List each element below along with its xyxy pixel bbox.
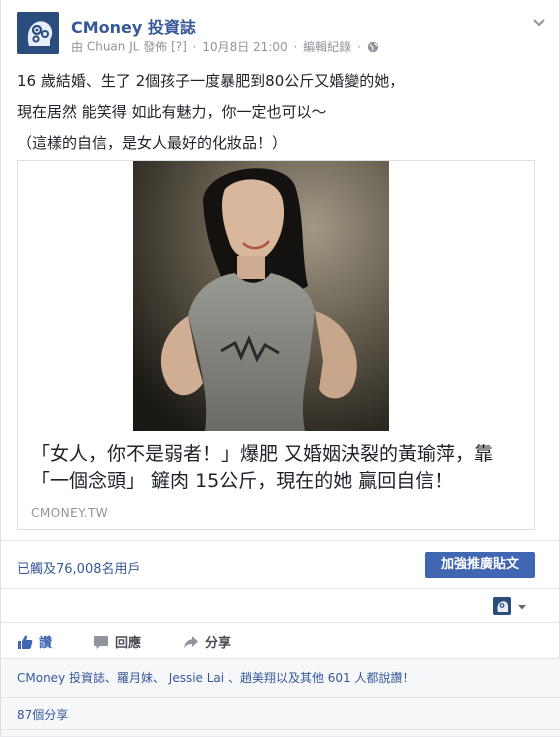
likers-summary-link[interactable]: CMoney 投資誌、羅月妹、 Jessie Lai 、趙美翔以及其他 601 …: [17, 669, 414, 686]
link-preview-card[interactable]: 「女人，你不是弱者！」爆肥 又婚姻決裂的黃瑜萍，靠「一個念頭」 鏟肉 15公斤，…: [17, 160, 535, 530]
post-line: 16 歲結婚、生了 2個孩子一度暴肥到80公斤又婚變的她，: [17, 72, 405, 90]
insights-bar: 已觸及76,008名用戶 加強推廣貼文: [1, 540, 559, 588]
post-header: CMoney 投資誌 由 Chuan JL 發佈 [?] · 10月8日 21:…: [17, 12, 547, 58]
chevron-down-icon: [518, 605, 526, 610]
like-label: 讚: [39, 636, 53, 651]
comment-label: 回應: [115, 636, 142, 651]
share-arrow-icon: [184, 635, 198, 648]
shares-row: 87個分享: [1, 697, 560, 727]
action-bar: 讚 回應 分享: [1, 622, 559, 656]
post-line: （這樣的自信，是女人最好的化妝品！）: [17, 134, 288, 152]
speech-bubble-icon: [94, 635, 108, 649]
separator: ·: [356, 39, 361, 54]
post-line: 現在居然 能笑得 如此有魅力，你一定也可以～: [17, 103, 327, 121]
thumbs-up-icon: [18, 635, 33, 649]
globe-icon[interactable]: [367, 41, 379, 53]
edit-history-link[interactable]: 編輯紀錄: [303, 40, 351, 54]
gear-head-icon: [493, 597, 511, 615]
comment-button[interactable]: 回應: [93, 632, 141, 651]
link-preview-title[interactable]: 「女人，你不是弱者！」爆肥 又婚姻決裂的黃瑜萍，靠「一個念頭」 鏟肉 15公斤，…: [31, 441, 526, 495]
reach-count-link[interactable]: 已觸及76,008名用戶: [17, 558, 141, 577]
link-preview-image[interactable]: [18, 161, 534, 431]
like-button[interactable]: 讚: [17, 632, 52, 651]
published-label: 發佈: [143, 40, 168, 54]
feedback-section: CMoney 投資誌、羅月妹、 Jessie Lai 、趙美翔以及其他 601 …: [1, 658, 560, 736]
actor-selector-row: [1, 588, 559, 622]
page-name-link[interactable]: CMoney 投資誌: [71, 14, 196, 38]
boost-post-button[interactable]: 加強推廣貼文: [425, 552, 535, 578]
actor-selector[interactable]: [493, 595, 529, 617]
gear-head-icon: [17, 12, 59, 54]
post-card: CMoney 投資誌 由 Chuan JL 發佈 [?] · 10月8日 21:…: [0, 0, 560, 736]
share-button[interactable]: 分享: [183, 632, 231, 651]
link-preview-domain: CMONEY.TW: [31, 506, 109, 520]
chevron-down-icon[interactable]: [531, 14, 547, 30]
post-meta: 由 Chuan JL 發佈 [?] · 10月8日 21:00 · 編輯紀錄 ·: [71, 38, 379, 55]
separator: ·: [293, 39, 298, 54]
post-message: 16 歲結婚、生了 2個孩子一度暴肥到80公斤又婚變的她， 現在居然 能笑得 如…: [17, 66, 537, 159]
share-label: 分享: [205, 636, 232, 651]
separator: ·: [192, 39, 197, 54]
help-mark[interactable]: [?]: [171, 40, 187, 54]
portrait-photo: [133, 161, 389, 431]
by-label: 由: [71, 40, 84, 54]
timestamp-link[interactable]: 10月8日 21:00: [202, 40, 287, 54]
author-link[interactable]: Chuan JL: [87, 40, 140, 54]
page-avatar[interactable]: [17, 12, 59, 54]
shares-count-link[interactable]: 87個分享: [17, 706, 68, 723]
